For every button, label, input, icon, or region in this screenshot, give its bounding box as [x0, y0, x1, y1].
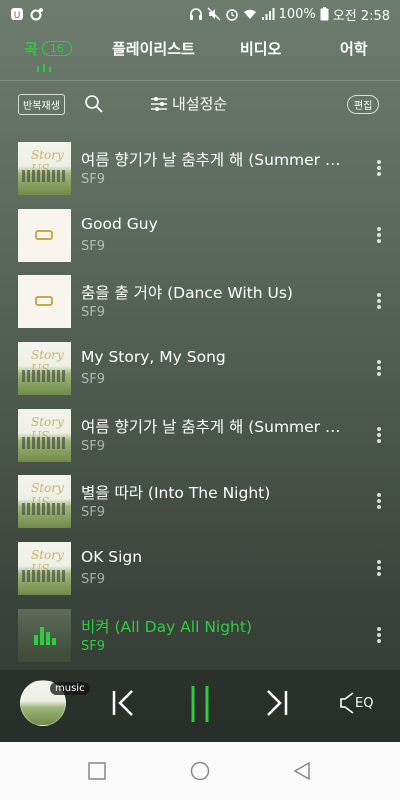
eq-label: EQ	[355, 695, 374, 711]
song-artist: SF9	[81, 505, 106, 521]
mini-player: music EQ	[0, 670, 400, 742]
song-row[interactable]: Story US 여름 향기가 날 춤추게 해 (Summer Breeze) SF…	[0, 136, 400, 203]
song-artist: SF9	[81, 172, 106, 187]
edit-button[interactable]: 편집	[347, 95, 380, 114]
sort-label: 내설정순	[172, 95, 228, 113]
more-options-icon[interactable]	[372, 425, 386, 447]
album-art: Story US	[18, 342, 71, 396]
more-options-icon[interactable]	[372, 291, 386, 313]
previous-track-icon[interactable]	[110, 688, 138, 718]
sort-button[interactable]: 내설정순	[150, 93, 227, 114]
album-art-figures	[22, 503, 67, 516]
album-art-figures	[22, 570, 67, 583]
battery-icon	[320, 7, 329, 21]
song-artist: SF9	[81, 572, 106, 588]
song-title: Good Guy	[81, 214, 158, 233]
album-logo-icon	[35, 229, 53, 240]
tab-songs-label: 곡	[24, 40, 38, 58]
song-title: 비켜 (All Day All Night)	[81, 617, 253, 636]
recent-apps-icon[interactable]	[88, 762, 106, 780]
tab-videos[interactable]: 비디오	[240, 38, 281, 59]
song-count-badge: 16	[41, 41, 72, 56]
status-notifications: U	[10, 7, 44, 21]
now-playing-equalizer-icon	[37, 64, 51, 72]
song-title: My Story, My Song	[81, 348, 226, 367]
song-artist: SF9	[81, 305, 106, 321]
next-track-icon[interactable]	[262, 688, 290, 718]
song-row[interactable]: Story US My Story, My Song SF9	[0, 336, 400, 403]
song-artist: SF9	[81, 238, 106, 254]
song-list: Story US 여름 향기가 날 춤추게 해 (Summer Breeze) SF…	[0, 136, 400, 670]
song-artist: SF9	[81, 438, 106, 454]
album-art-figures	[22, 370, 67, 383]
more-options-icon[interactable]	[372, 158, 386, 180]
more-options-icon[interactable]	[372, 225, 386, 247]
song-row[interactable]: Story US 별을 따라 (Into The Night) SF9	[0, 469, 400, 536]
signal-icon	[261, 8, 275, 20]
music-badge: music	[50, 682, 90, 695]
song-artist: SF9	[81, 372, 106, 388]
album-art	[18, 275, 71, 329]
speaker-icon	[340, 692, 354, 714]
clock: 오전 2:58	[332, 8, 390, 24]
song-title: 여름 향기가 날 춤추게 해 (Summer Breeze)	[81, 417, 351, 436]
song-row[interactable]: 춤을 출 거야 (Dance With Us) SF9	[0, 269, 400, 336]
song-title: OK Sign	[81, 548, 143, 567]
more-options-icon[interactable]	[372, 625, 386, 647]
album-art: Story US	[18, 475, 71, 529]
music-player-screen: U 100% 오전 2:58 곡 16 플레이리스트 비디오 어학 반복재생 내…	[0, 0, 400, 742]
alarm-icon	[225, 9, 238, 21]
tab-language-label: 어학	[340, 40, 368, 58]
wifi-icon	[243, 9, 256, 19]
category-tabs: 곡 16 플레이리스트 비디오 어학	[0, 30, 400, 74]
headphones-icon	[189, 8, 202, 20]
album-art	[18, 208, 71, 262]
sort-sliders-icon	[151, 96, 167, 111]
status-system: 100% 오전 2:58	[189, 5, 390, 24]
repeat-button[interactable]: 반복재생	[18, 94, 65, 115]
list-toolbar: 반복재생 내설정순 편집	[0, 88, 400, 122]
song-row[interactable]: Story US OK Sign SF9	[0, 536, 400, 603]
app-notification-icon: U	[11, 8, 23, 21]
tab-songs[interactable]: 곡 16	[24, 38, 72, 59]
more-options-icon[interactable]	[372, 491, 386, 513]
album-art: Story US	[18, 542, 71, 596]
more-options-icon[interactable]	[372, 358, 386, 380]
album-art-figures	[22, 170, 67, 182]
playing-equalizer-icon	[34, 626, 56, 645]
more-options-icon[interactable]	[372, 558, 386, 580]
song-title: 별을 따라 (Into The Night)	[81, 484, 271, 503]
home-icon[interactable]	[190, 761, 210, 781]
album-logo-icon	[35, 296, 53, 307]
album-art-figures	[22, 436, 67, 449]
status-bar: U 100% 오전 2:58	[0, 0, 400, 28]
song-artist: SF9	[81, 638, 106, 654]
svg-text:U: U	[14, 11, 21, 21]
song-row[interactable]: Story US 여름 향기가 날 춤추게 해 (Summer Breeze) SF…	[0, 403, 400, 470]
pause-icon[interactable]	[186, 684, 214, 724]
song-title: 춤을 출 거야 (Dance With Us)	[81, 284, 293, 303]
mute-icon	[207, 7, 221, 21]
tab-language[interactable]: 어학	[340, 38, 368, 59]
song-title: 여름 향기가 날 춤추게 해 (Summer Breeze)	[81, 151, 351, 169]
album-art	[18, 608, 71, 662]
tab-playlists[interactable]: 플레이리스트	[112, 38, 195, 59]
battery-percent: 100%	[278, 6, 316, 22]
tabs-divider	[0, 80, 400, 81]
tab-videos-label: 비디오	[240, 40, 282, 58]
system-navigation-bar	[0, 742, 400, 800]
album-art: Story US	[18, 408, 71, 462]
tab-playlists-label: 플레이리스트	[112, 40, 195, 58]
song-row[interactable]: Good Guy SF9	[0, 203, 400, 270]
eq-button[interactable]: EQ	[340, 692, 373, 714]
song-row[interactable]: 비켜 (All Day All Night) SF9	[0, 603, 400, 670]
search-icon[interactable]	[84, 94, 104, 114]
music-notification-icon	[30, 8, 43, 21]
back-icon[interactable]	[293, 761, 311, 781]
album-art: Story US	[18, 142, 71, 195]
